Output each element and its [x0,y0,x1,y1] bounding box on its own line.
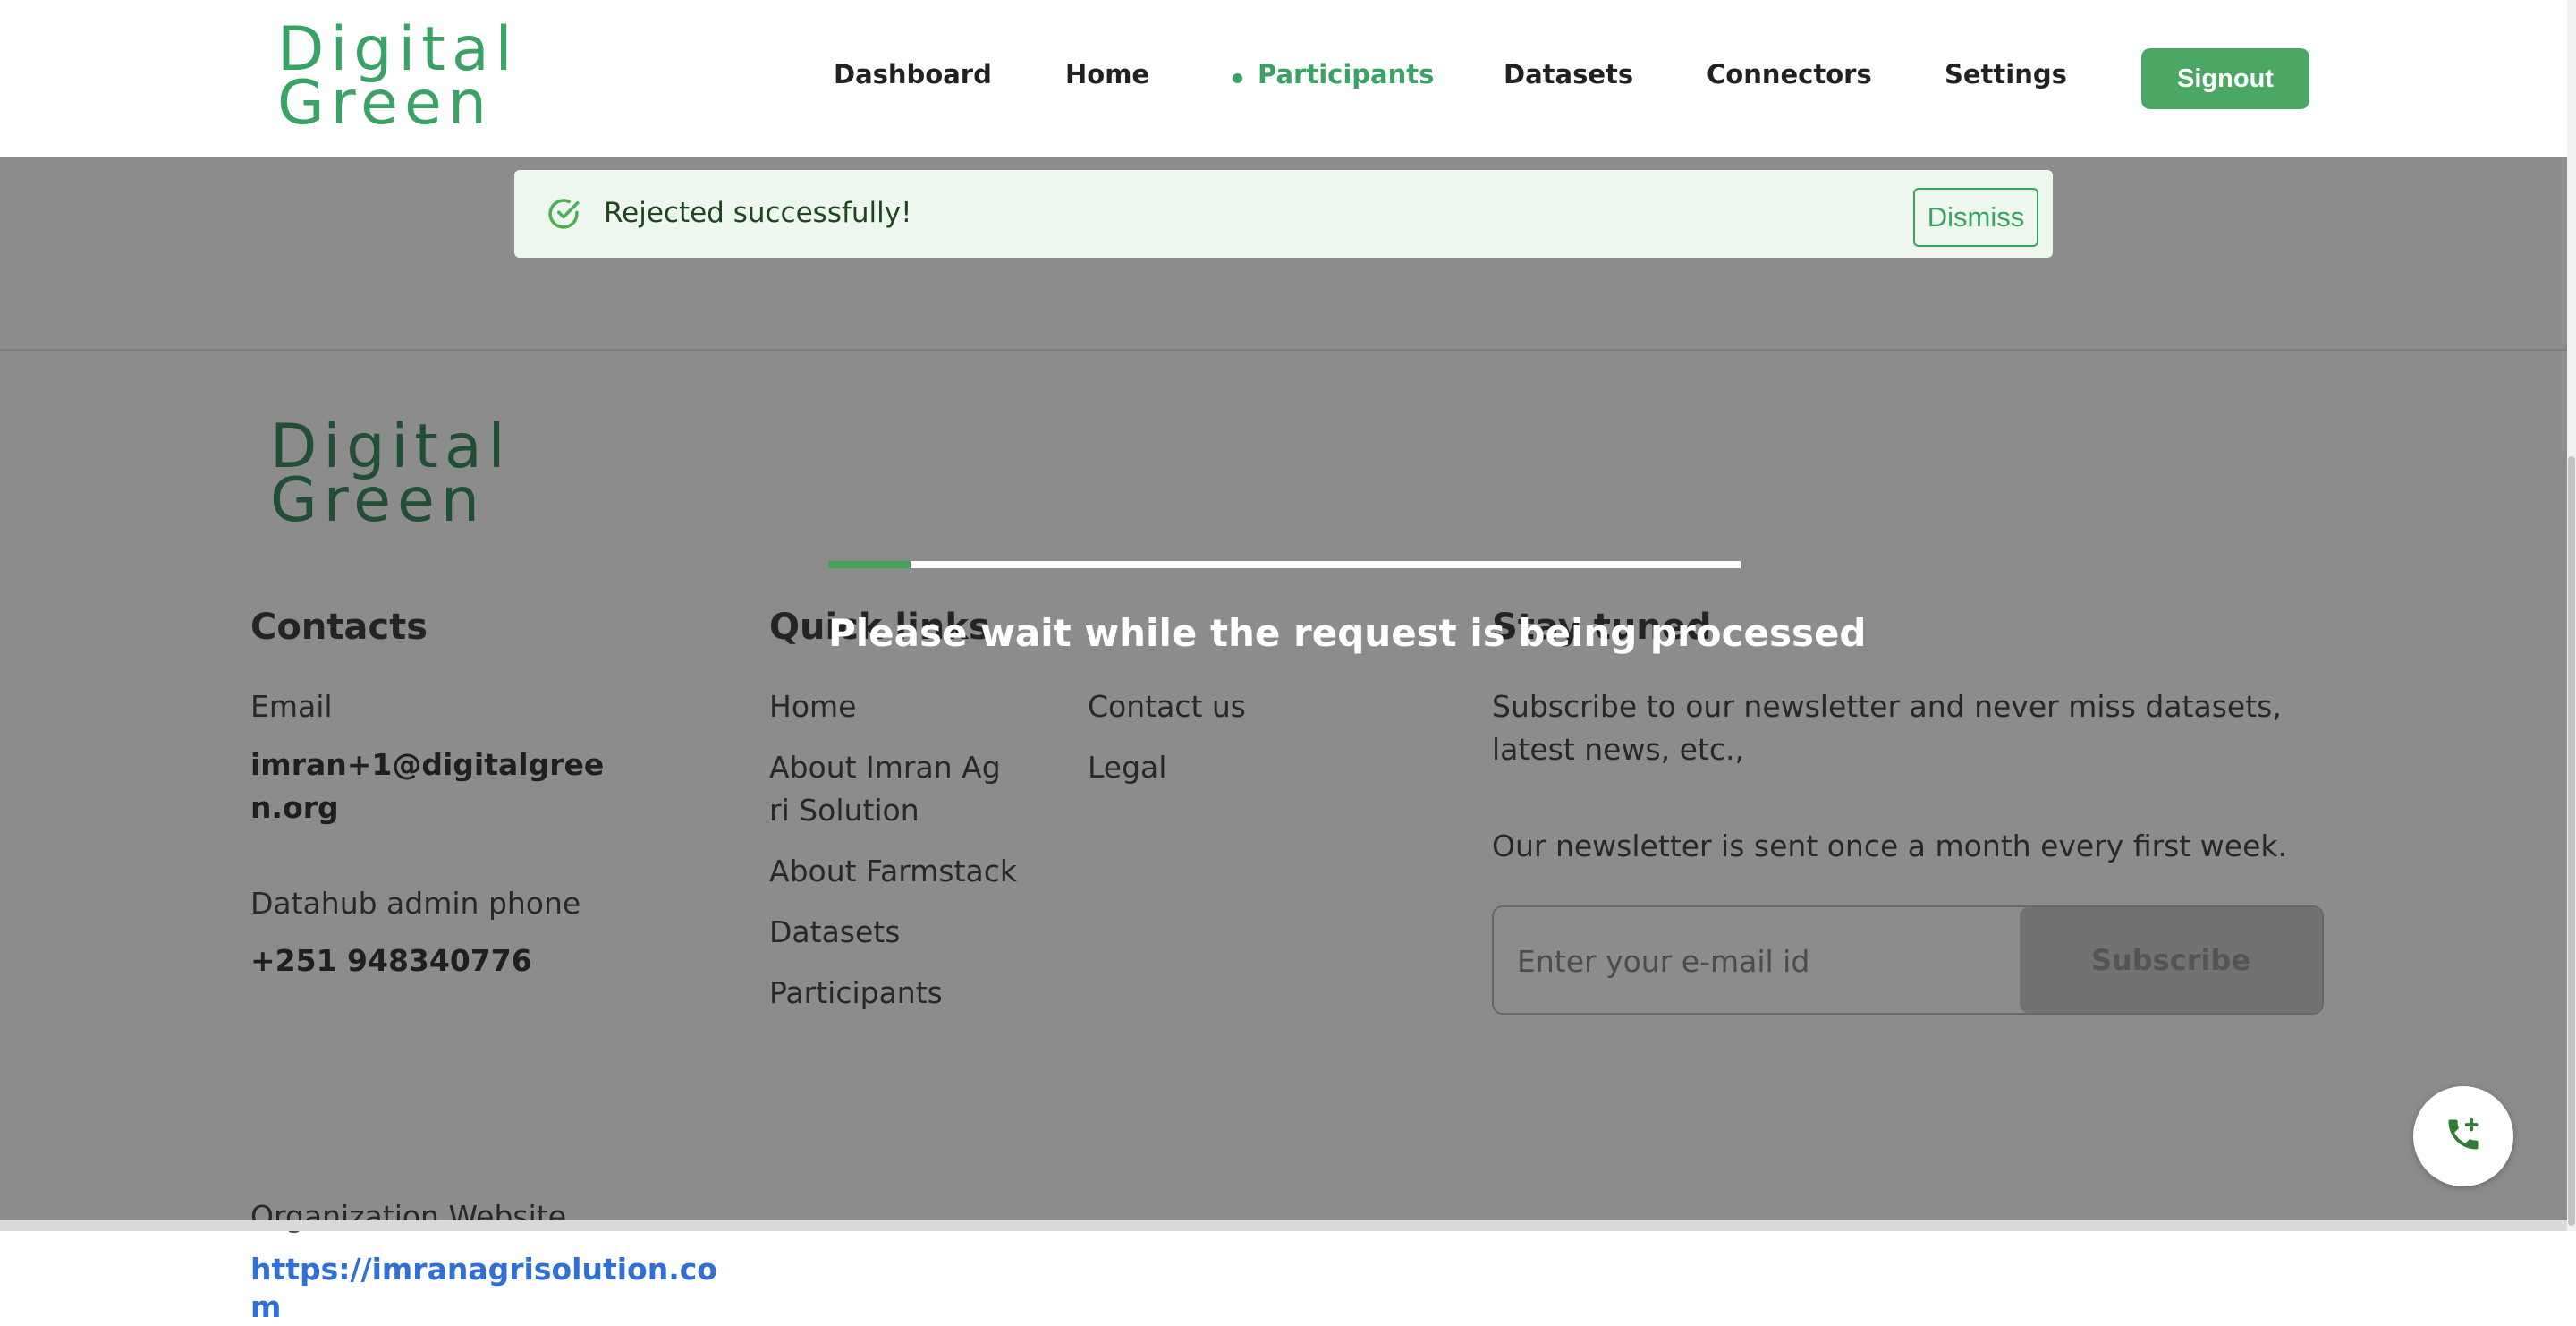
loading-overlay [0,157,2567,1231]
header-logo[interactable]: Digital Green [277,20,519,139]
logo-text-line2: Green [277,68,493,139]
website-link-line1[interactable]: https://imranagrisolution.co [250,1251,717,1288]
nav-datasets[interactable]: Datasets [1504,59,1633,89]
scrollbar-thumb[interactable] [2568,456,2575,1226]
loading-message: Please wait while the request is being p… [828,611,1867,655]
signout-button[interactable]: Signout [2141,48,2309,109]
success-toast: Rejected successfully! Dismiss [514,170,2053,258]
toast-message: Rejected successfully! [604,197,912,229]
nav-dashboard[interactable]: Dashboard [834,59,992,89]
check-circle-icon [545,195,582,233]
progress-bar-fill [828,561,911,568]
vertical-scrollbar[interactable] [2567,0,2576,1231]
progress-bar [828,561,1741,568]
top-header: Digital Green Dashboard Home Participant… [0,0,2567,157]
dismiss-button[interactable]: Dismiss [1913,188,2038,247]
website-link-line2[interactable]: m [250,1288,281,1326]
nav-participants[interactable]: Participants [1258,59,1434,89]
phone-add-icon [2444,1115,2483,1158]
support-call-button[interactable] [2413,1086,2513,1186]
bottom-edge [0,1220,2567,1231]
nav-home[interactable]: Home [1065,59,1149,89]
nav-connectors[interactable]: Connectors [1707,59,1872,89]
nav-settings[interactable]: Settings [1945,59,2067,89]
active-indicator-dot [1233,73,1242,83]
